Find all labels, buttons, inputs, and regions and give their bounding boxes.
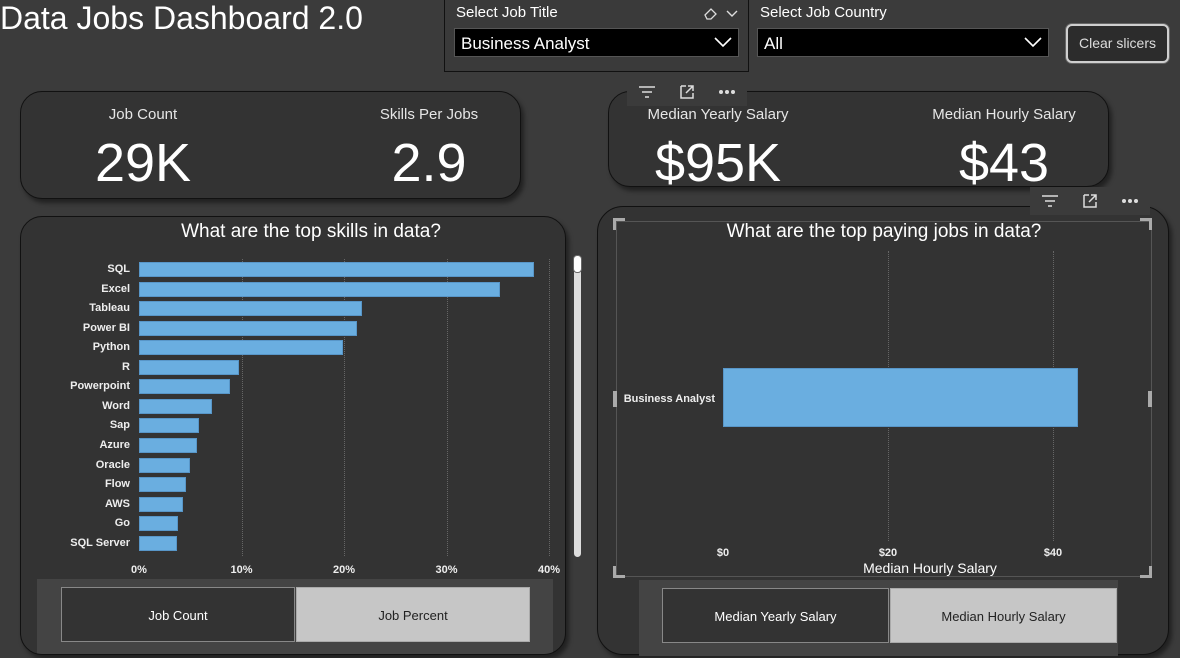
skill-bar: [139, 398, 212, 414]
bar-label: R: [122, 360, 130, 373]
kpi-card-jobs: Job Count 29K Skills Per Jobs 2.9: [20, 91, 521, 199]
resize-handle-right[interactable]: [1148, 391, 1152, 407]
skill-bar: [139, 496, 184, 512]
filter-icon[interactable]: [1030, 187, 1070, 215]
bar-label: Word: [102, 399, 130, 412]
bar-label: Oracle: [95, 458, 130, 471]
skill-bar: [139, 418, 200, 434]
chevron-down-icon[interactable]: [726, 6, 738, 24]
skills-per-job-label: Skills Per Jobs: [379, 106, 479, 123]
bar-label: Azure: [99, 438, 130, 451]
skill-bar: [139, 281, 500, 297]
skill-bar: [139, 457, 191, 473]
x-tick-label: 30%: [435, 564, 458, 576]
chevron-down-icon: [1024, 37, 1042, 48]
chevron-down-icon: [714, 37, 732, 48]
x-tick-label: 0%: [131, 564, 147, 576]
clear-slicers-button[interactable]: Clear slicers: [1066, 24, 1169, 63]
resize-handle-bottom-left[interactable]: [613, 566, 625, 578]
resize-handle-left[interactable]: [613, 391, 617, 407]
resize-handle-top-right[interactable]: [1140, 218, 1152, 230]
skill-bar: [139, 516, 178, 532]
bar-label: Power BI: [82, 321, 130, 334]
skill-bar: [139, 359, 240, 375]
visual-header-chart: [1030, 187, 1150, 215]
job-percent-toggle-button[interactable]: Job Percent: [296, 587, 530, 642]
top-paying-x-axis-title: Median Hourly Salary: [863, 560, 997, 576]
job-country-value: All: [764, 34, 783, 53]
eraser-icon[interactable]: [703, 6, 719, 25]
job-count-label: Job Count: [108, 106, 178, 123]
median-yearly-toggle-button[interactable]: Median Yearly Salary: [662, 588, 889, 643]
x-tick-label: 10%: [230, 564, 253, 576]
job-count-value: 29K: [94, 133, 192, 193]
visual-header-kpi: [627, 78, 747, 106]
skill-bar: [139, 301, 363, 317]
median-hourly-toggle-button[interactable]: Median Hourly Salary: [890, 588, 1117, 643]
bar-label: Flow: [104, 478, 130, 491]
job-count-toggle-button[interactable]: Job Count: [61, 587, 295, 642]
bar-label: Sap: [109, 419, 130, 432]
job-country-dropdown[interactable]: All: [757, 28, 1049, 57]
bar-label: SQL Server: [70, 536, 130, 549]
resize-handle-bottom-right[interactable]: [1140, 566, 1152, 578]
x-tick-label: $40: [1043, 547, 1063, 559]
skill-bar: [139, 477, 187, 493]
bar-label: Tableau: [89, 302, 130, 315]
more-options-icon[interactable]: [707, 78, 747, 106]
scrollbar-thumb[interactable]: [573, 255, 582, 273]
job-title-slicer-label: Select Job Title: [456, 4, 558, 21]
chart-scrollbar[interactable]: [573, 255, 582, 557]
job-title-slicer: Select Job Title Business Analyst: [444, 0, 749, 72]
median-yearly-value: $95K: [654, 133, 782, 193]
filter-icon[interactable]: [627, 78, 667, 106]
top-paying-card: What are the top paying jobs in data? $0…: [597, 206, 1170, 656]
x-tick-label: 40%: [537, 564, 561, 576]
bar-label: Powerpoint: [70, 380, 130, 393]
skill-bar: [139, 262, 534, 277]
salary-bar: [723, 368, 1078, 427]
gridline: [446, 259, 448, 556]
skill-bar: [139, 320, 358, 336]
bar-label: Python: [92, 341, 130, 354]
resize-handle-top-left[interactable]: [613, 218, 625, 230]
skills-per-job-value: 2.9: [391, 133, 467, 193]
more-options-icon[interactable]: [1110, 187, 1150, 215]
bar-label: AWS: [104, 497, 130, 510]
skills-toggle-group: Job Count Job Percent: [37, 579, 553, 654]
skill-bar: [139, 379, 231, 395]
focus-mode-icon[interactable]: [1070, 187, 1110, 215]
pay-toggle-group: Median Yearly Salary Median Hourly Salar…: [639, 580, 1118, 656]
median-hourly-label: Median Hourly Salary: [932, 106, 1076, 123]
median-hourly-value: $43: [958, 133, 1050, 193]
top-skills-chart: 0% 10% 20% 30% 40% SQL Excel Tableau Power BI Pyt…: [21, 217, 565, 597]
top-skills-card: What are the top skills in data? 0% 10% 20…: [20, 216, 566, 655]
x-tick-label: $20: [878, 547, 898, 559]
bar-label: Go: [114, 517, 130, 530]
job-title-dropdown[interactable]: Business Analyst: [454, 28, 739, 57]
median-yearly-label: Median Yearly Salary: [647, 106, 789, 123]
job-country-slicer-label: Select Job Country: [760, 4, 887, 21]
focus-mode-icon[interactable]: [667, 78, 707, 106]
bar-label: SQL: [107, 263, 130, 275]
bar-label: Excel: [101, 282, 130, 295]
x-tick-label: 20%: [332, 564, 356, 576]
skill-bar: [139, 437, 198, 453]
top-paying-chart: $0 $20 $40 Business Analyst: [598, 207, 1170, 587]
skill-bar: [139, 535, 177, 551]
gridline: [549, 259, 550, 556]
x-tick-label: $0: [716, 547, 730, 559]
job-title-value: Business Analyst: [461, 34, 590, 53]
job-country-slicer: Select Job Country All: [752, 0, 1057, 72]
skill-bar: [139, 340, 343, 356]
